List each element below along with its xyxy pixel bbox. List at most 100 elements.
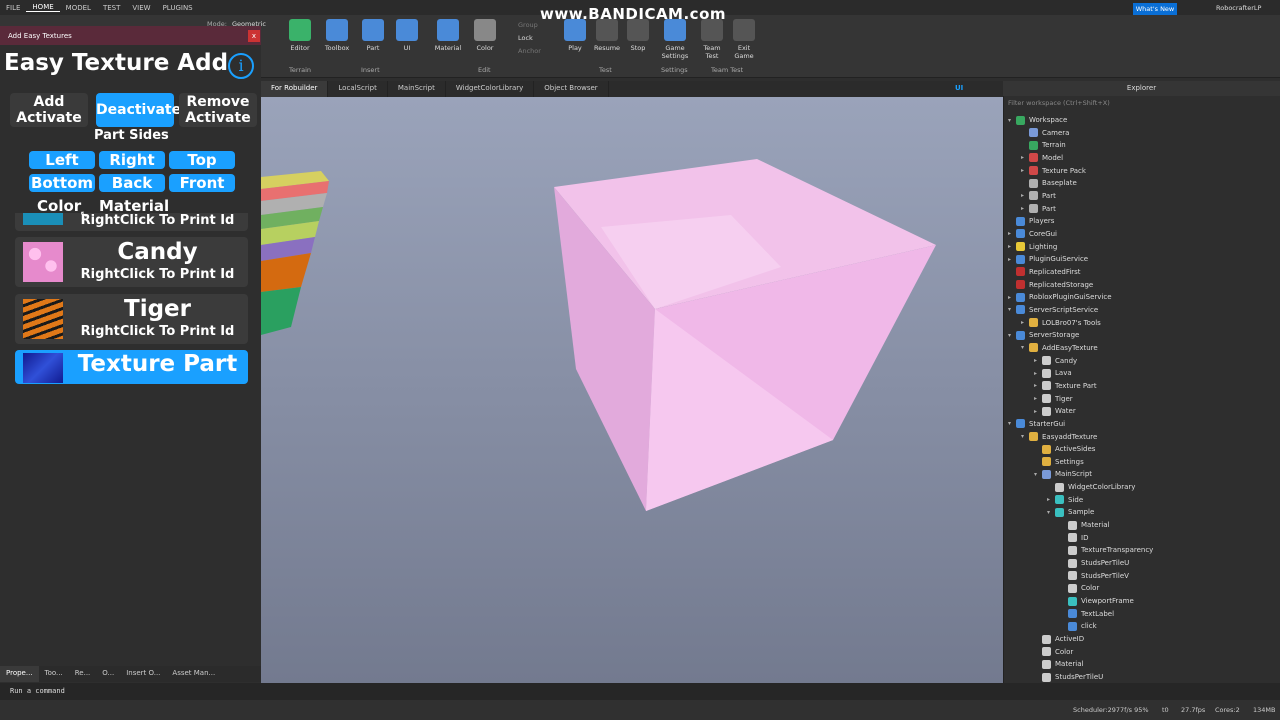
remove-activate-button[interactable]: Remove Activate [179, 93, 257, 127]
expand-arrow-icon[interactable]: ▸ [1008, 294, 1016, 301]
side-front-button[interactable]: Front [169, 174, 235, 192]
expand-arrow-icon[interactable]: ▸ [1034, 370, 1042, 377]
menu-home[interactable]: HOME [26, 3, 60, 12]
expand-arrow-icon[interactable]: ▾ [1008, 117, 1016, 124]
explorer-item-textlabel[interactable]: TextLabel [1060, 608, 1114, 620]
explorer-item-texture-part[interactable]: ▸ Texture Part [1034, 380, 1097, 392]
explorer-item-workspace[interactable]: ▾ Workspace [1008, 114, 1067, 126]
ribbon-ui-button[interactable]: UI [392, 19, 422, 52]
expand-arrow-icon[interactable]: ▸ [1021, 154, 1029, 161]
expand-arrow-icon[interactable]: ▸ [1008, 243, 1016, 250]
expand-arrow-icon[interactable]: ▸ [1034, 382, 1042, 389]
explorer-item-water[interactable]: ▸ Water [1034, 405, 1076, 417]
expand-arrow-icon[interactable]: ▾ [1021, 433, 1029, 440]
explorer-item-color[interactable]: Color [1034, 646, 1073, 658]
ribbon-material-button[interactable]: Material [433, 19, 463, 52]
explorer-item-widgetcolorlibrary[interactable]: WidgetColorLibrary [1047, 481, 1135, 493]
explorer-item-model[interactable]: ▸ Model [1021, 152, 1063, 164]
explorer-item-replicatedfirst[interactable]: ReplicatedFirst [1008, 266, 1081, 278]
ribbon-stop-button[interactable]: Stop [623, 19, 653, 52]
explorer-item-color[interactable]: Color [1060, 582, 1099, 594]
plugin-close-button[interactable]: x [248, 30, 260, 42]
ribbon-team-test-button[interactable]: Team Test [697, 19, 727, 60]
ribbon-edit-anchor[interactable]: Anchor [518, 47, 541, 55]
explorer-item-coregui[interactable]: ▸ CoreGui [1008, 228, 1057, 240]
explorer-item-side[interactable]: ▸ Side [1047, 494, 1083, 506]
ribbon-edit-group[interactable]: Group [518, 21, 538, 29]
explorer-item-replicatedstorage[interactable]: ReplicatedStorage [1008, 279, 1093, 291]
explorer-item-camera[interactable]: Camera [1021, 127, 1069, 139]
side-left-button[interactable]: Left [29, 151, 95, 169]
username-label[interactable]: RobocrafterLP [1216, 4, 1261, 12]
explorer-item-lava[interactable]: ▸ Lava [1034, 367, 1072, 379]
explorer-item-part[interactable]: ▸ Part [1021, 190, 1056, 202]
texture-row-tiger[interactable]: Tiger RightClick To Print Id [15, 294, 248, 344]
expand-arrow-icon[interactable]: ▸ [1034, 395, 1042, 402]
expand-arrow-icon[interactable]: ▾ [1034, 471, 1042, 478]
explorer-item-addeasytexture[interactable]: ▾ AddEasyTexture [1021, 342, 1098, 354]
command-bar[interactable]: Run a command [0, 683, 1280, 700]
explorer-item-viewportframe[interactable]: ViewportFrame [1060, 595, 1134, 607]
menu-test[interactable]: TEST [97, 4, 126, 12]
menu-model[interactable]: MODEL [60, 4, 97, 12]
ui-toggle-badge[interactable]: UI [955, 84, 963, 92]
explorer-item-studspertileu[interactable]: StudsPerTileU [1060, 557, 1129, 569]
explorer-item-candy[interactable]: ▸ Candy [1034, 355, 1077, 367]
explorer-item-sample[interactable]: ▾ Sample [1047, 506, 1094, 518]
ribbon-play-button[interactable]: Play [560, 19, 590, 52]
material-option-label[interactable]: Material [99, 197, 169, 215]
side-bottom-button[interactable]: Bottom [29, 174, 95, 192]
texture-row-partial[interactable]: RightClick To Print Id [15, 213, 248, 231]
bottom-tab-1[interactable]: Too... [39, 666, 69, 682]
explorer-item-material[interactable]: Material [1060, 519, 1109, 531]
explorer-item-texturetransparency[interactable]: TextureTransparency [1060, 544, 1153, 556]
explorer-item-studspertilev[interactable]: StudsPerTileV [1060, 570, 1129, 582]
side-right-button[interactable]: Right [99, 151, 165, 169]
explorer-filter-input[interactable]: Filter workspace (Ctrl+Shift+X) [1005, 97, 1277, 110]
expand-arrow-icon[interactable]: ▸ [1021, 192, 1029, 199]
bottom-tab-4[interactable]: Insert O... [120, 666, 166, 682]
ribbon-part-button[interactable]: Part [358, 19, 388, 52]
bottom-tab-5[interactable]: Asset Man... [166, 666, 221, 682]
explorer-item-tiger[interactable]: ▸ Tiger [1034, 393, 1073, 405]
explorer-item-material[interactable]: Material [1034, 658, 1083, 670]
expand-arrow-icon[interactable]: ▾ [1008, 332, 1016, 339]
menu-plugins[interactable]: PLUGINS [157, 4, 199, 12]
explorer-item-robloxpluginguiservice[interactable]: ▸ RobloxPluginGuiService [1008, 291, 1112, 303]
explorer-item-easyaddtexture[interactable]: ▾ EasyaddTexture [1021, 431, 1097, 443]
texture-row-texture-part[interactable]: Texture Part [15, 350, 248, 384]
menu-file[interactable]: FILE [0, 4, 26, 12]
explorer-item-part[interactable]: ▸ Part [1021, 203, 1056, 215]
bottom-tab-0[interactable]: Prope... [0, 666, 39, 682]
explorer-item-activeid[interactable]: ActiveID [1034, 633, 1084, 645]
add-activate-button[interactable]: Add Activate [10, 93, 88, 127]
ribbon-resume-button[interactable]: Resume [592, 19, 622, 52]
ribbon-editor-button[interactable]: Editor [285, 19, 315, 52]
bottom-tab-2[interactable]: Re... [69, 666, 97, 682]
color-option-label[interactable]: Color [37, 197, 81, 215]
texture-pack-model[interactable] [261, 171, 329, 335]
explorer-item-texture-pack[interactable]: ▸ Texture Pack [1021, 165, 1086, 177]
explorer-item-mainscript[interactable]: ▾ MainScript [1034, 468, 1092, 480]
expand-arrow-icon[interactable]: ▸ [1034, 408, 1042, 415]
explorer-item-settings[interactable]: Settings [1034, 456, 1084, 468]
doc-tab-for-robuilder[interactable]: For Robuilder [261, 81, 329, 97]
doc-tab-widgetcolorlibrary[interactable]: WidgetColorLibrary [446, 81, 535, 97]
explorer-item-lolbro07-s-tools[interactable]: ▸ LOLBro07's Tools [1021, 317, 1101, 329]
ribbon-edit-lock[interactable]: Lock [518, 34, 533, 42]
bottom-tab-3[interactable]: O... [96, 666, 120, 682]
explorer-item-startergui[interactable]: ▾ StarterGui [1008, 418, 1065, 430]
expand-arrow-icon[interactable]: ▸ [1047, 496, 1055, 503]
expand-arrow-icon[interactable]: ▸ [1034, 357, 1042, 364]
explorer-item-id[interactable]: ID [1060, 532, 1088, 544]
expand-arrow-icon[interactable]: ▾ [1008, 420, 1016, 427]
explorer-item-serverstorage[interactable]: ▾ ServerStorage [1008, 329, 1079, 341]
ribbon-game-settings-button[interactable]: Game Settings [660, 19, 690, 60]
deactivate-button[interactable]: Deactivate [96, 93, 181, 127]
explorer-item-pluginguiservice[interactable]: ▸ PluginGuiService [1008, 253, 1088, 265]
expand-arrow-icon[interactable]: ▾ [1047, 509, 1055, 516]
expand-arrow-icon[interactable]: ▾ [1008, 306, 1016, 313]
menu-view[interactable]: VIEW [126, 4, 156, 12]
explorer-item-players[interactable]: Players [1008, 215, 1054, 227]
explorer-item-click[interactable]: click [1060, 620, 1097, 632]
